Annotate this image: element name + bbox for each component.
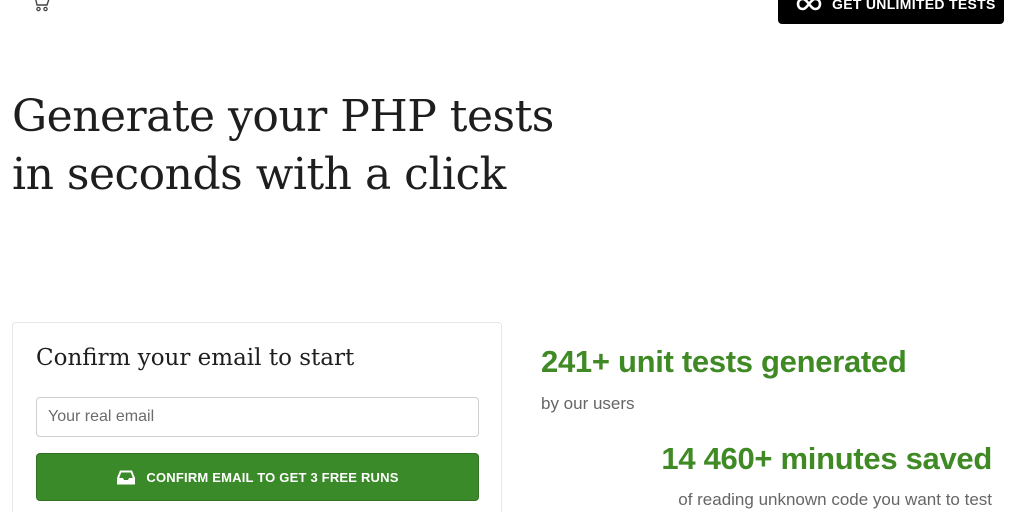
hero-title-line-1: Generate your PHP tests — [12, 91, 554, 142]
infinity-icon — [796, 0, 822, 11]
email-input[interactable] — [36, 397, 479, 437]
hero-title-line-2: in seconds with a click — [12, 149, 506, 200]
stat-tests-generated: 241+ unit tests generated — [541, 344, 907, 379]
email-confirm-card: Confirm your email to start CONFIRM EMAI… — [12, 322, 502, 512]
stat-minutes-saved-caption: of reading unknown code you want to test — [678, 490, 992, 509]
get-unlimited-tests-button[interactable]: GET UNLIMITED TESTS — [778, 0, 1004, 24]
email-card-heading: Confirm your email to start — [36, 345, 355, 371]
inbox-icon — [116, 469, 136, 486]
stat-minutes-saved: 14 460+ minutes saved — [661, 441, 992, 476]
stat-tests-generated-caption: by our users — [541, 394, 635, 413]
hero-title: Generate your PHP tests in seconds with … — [12, 88, 554, 204]
confirm-email-label: CONFIRM EMAIL TO GET 3 FREE RUNS — [146, 469, 399, 485]
cart-icon[interactable] — [30, 0, 52, 12]
page: GET UNLIMITED TESTS Generate your PHP te… — [0, 0, 1024, 512]
confirm-email-button[interactable]: CONFIRM EMAIL TO GET 3 FREE RUNS — [36, 453, 479, 501]
get-unlimited-tests-label: GET UNLIMITED TESTS — [832, 0, 996, 12]
